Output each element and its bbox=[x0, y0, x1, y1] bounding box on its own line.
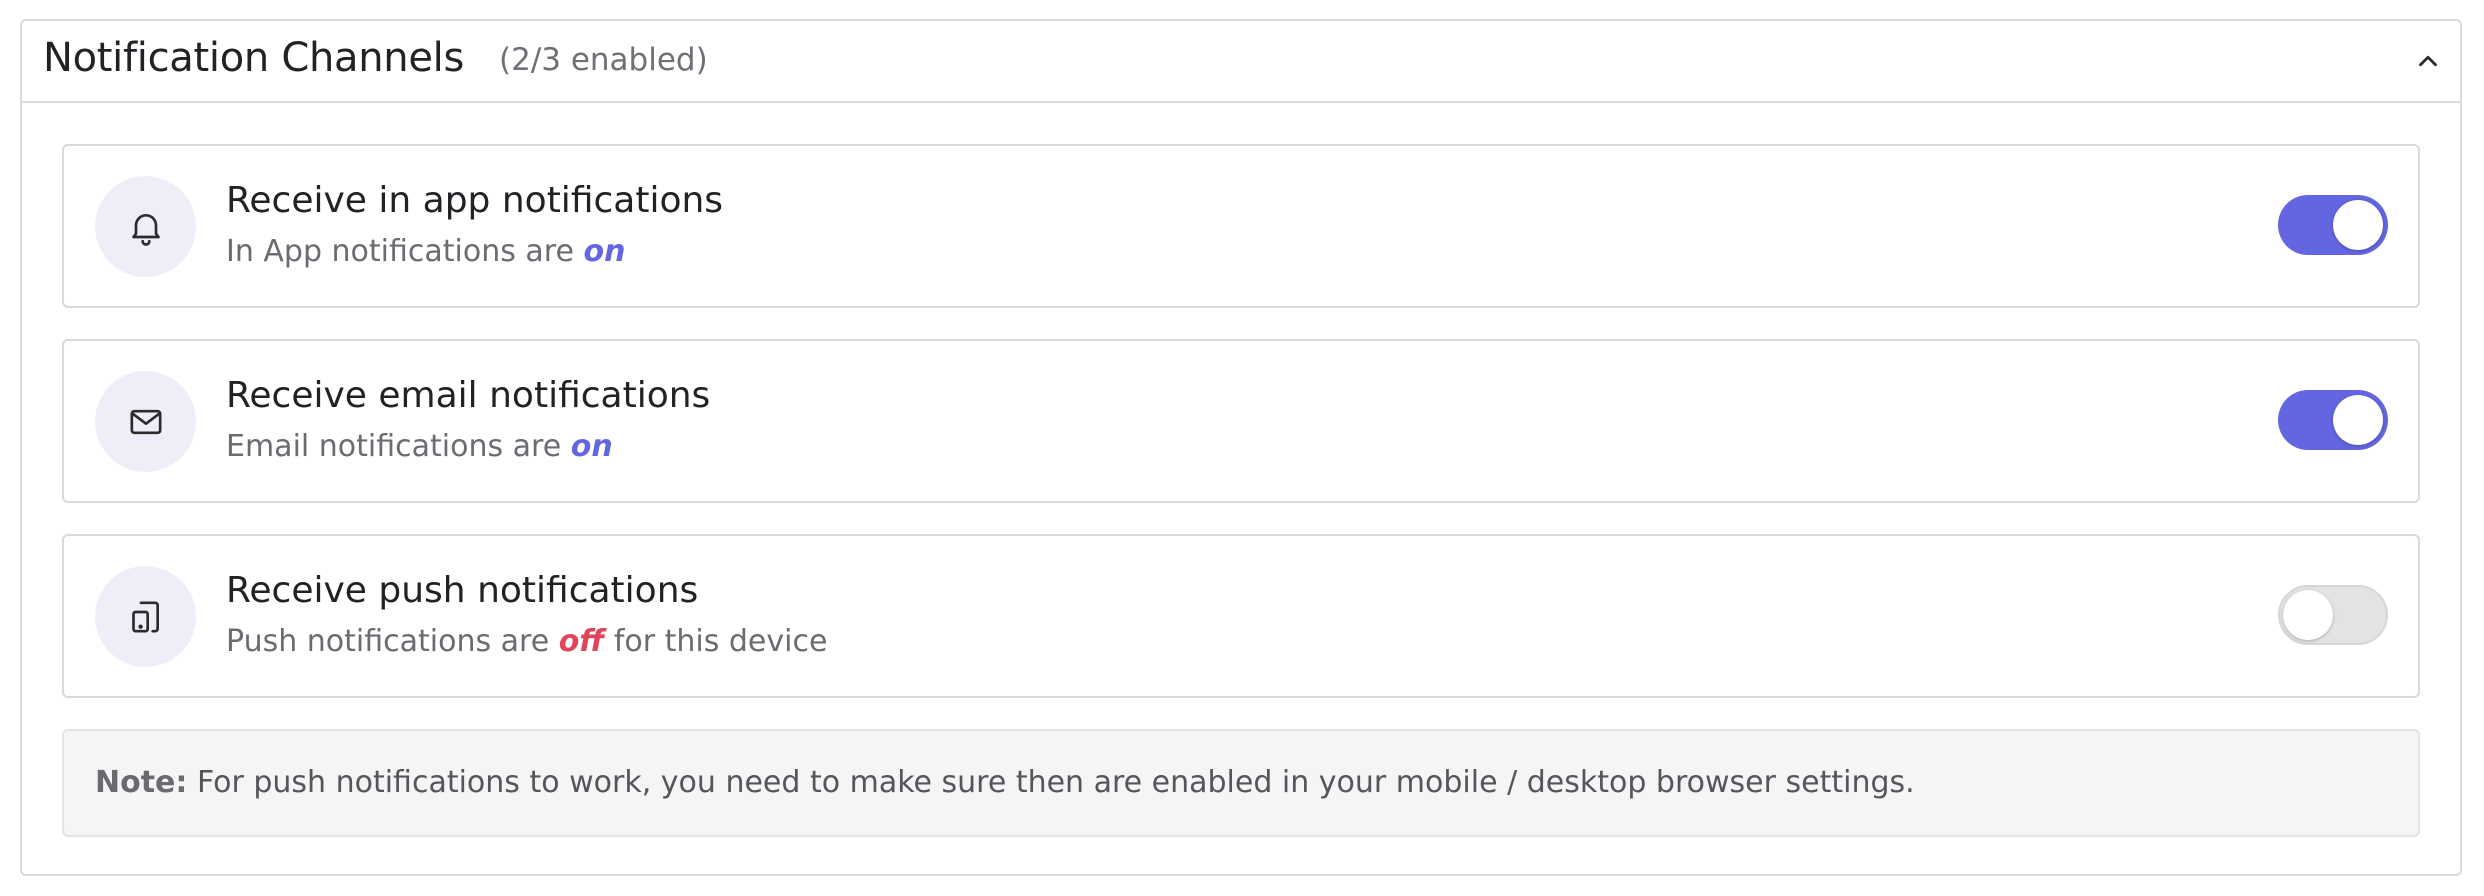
note-text: Note: For push notifications to work, yo… bbox=[95, 765, 1915, 800]
push-note: Note: For push notifications to work, yo… bbox=[62, 729, 2420, 837]
channel-title: Receive email notifications bbox=[226, 375, 711, 416]
card-icon-circle bbox=[95, 176, 196, 277]
channel-description: In App notifications are on bbox=[226, 234, 625, 269]
card-icon-circle bbox=[95, 371, 196, 472]
state-label: off bbox=[558, 624, 605, 659]
description-text: Email notifications are bbox=[226, 429, 571, 464]
description-text: In App notifications are bbox=[226, 234, 584, 269]
card-icon-circle bbox=[95, 566, 196, 667]
toggle-knob bbox=[2283, 590, 2333, 640]
push-toggle[interactable] bbox=[2278, 585, 2388, 645]
in-app-toggle[interactable] bbox=[2278, 195, 2388, 255]
description-text: Push notifications are bbox=[226, 624, 559, 659]
panel-title: Notification Channels bbox=[43, 35, 464, 81]
collapse-button[interactable] bbox=[2406, 39, 2450, 83]
channel-card-push: Receive push notifications Push notifica… bbox=[62, 534, 2420, 698]
state-label: on bbox=[570, 429, 613, 464]
panel-header[interactable]: Notification Channels (2/3 enabled) bbox=[22, 21, 2460, 103]
device-icon bbox=[131, 601, 159, 632]
channel-title: Receive in app notifications bbox=[226, 180, 724, 221]
toggle-knob bbox=[2333, 200, 2383, 250]
channel-description: Email notifications are on bbox=[226, 429, 613, 464]
channel-card-in-app: Receive in app notifications In App noti… bbox=[62, 144, 2420, 308]
notification-channels-panel: Notification Channels (2/3 enabled) Rece… bbox=[20, 19, 2462, 876]
state-label: on bbox=[583, 234, 626, 269]
description-suffix: for this device bbox=[604, 624, 828, 659]
chevron-up-icon bbox=[2419, 55, 2437, 67]
bell-icon bbox=[131, 213, 160, 246]
channel-card-email: Receive email notifications Email notifi… bbox=[62, 339, 2420, 503]
mail-icon bbox=[130, 409, 161, 434]
enabled-count: (2/3 enabled) bbox=[499, 42, 708, 78]
channel-description: Push notifications are off for this devi… bbox=[226, 624, 827, 659]
channel-title: Receive push notifications bbox=[226, 570, 699, 611]
toggle-knob bbox=[2333, 395, 2383, 445]
email-toggle[interactable] bbox=[2278, 390, 2388, 450]
note-label: Note: bbox=[95, 765, 188, 800]
note-body: For push notifications to work, you need… bbox=[187, 765, 1915, 800]
